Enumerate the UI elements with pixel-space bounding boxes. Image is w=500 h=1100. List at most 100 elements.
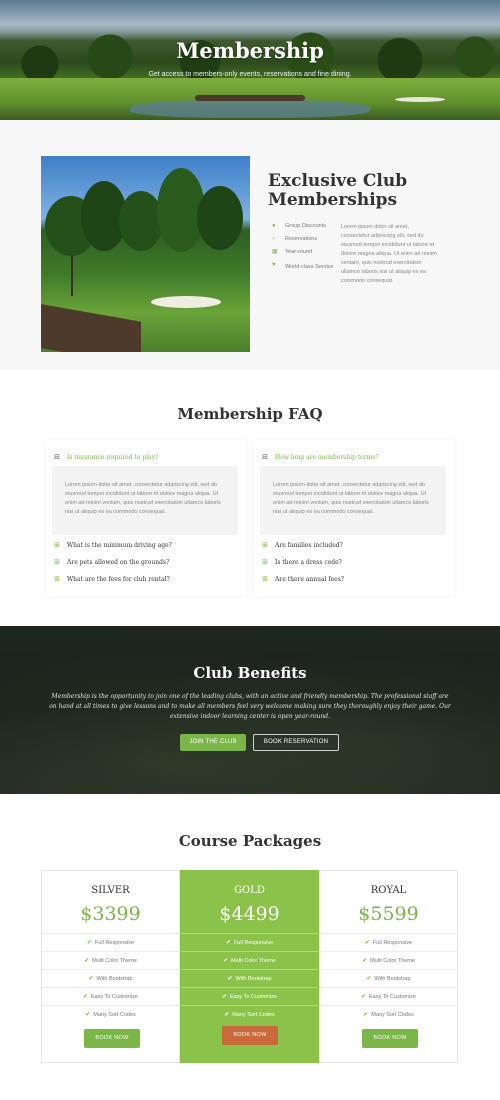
hero-bunker bbox=[395, 97, 445, 102]
faq-question-label: What is the minimum driving age? bbox=[67, 541, 172, 549]
book-now-button-silver[interactable]: BOOK NOW bbox=[84, 1029, 140, 1048]
package-feature: ✔ With Bootstrap bbox=[181, 969, 318, 987]
faq-column-left: ⊟ Is insurance required to play? Lorem i… bbox=[46, 440, 246, 596]
plus-icon: ⊞ bbox=[262, 541, 268, 549]
package-feature: ✔ Full Responsive bbox=[42, 933, 179, 951]
faq-answer: Lorem ipsum dolor sit amet, consectetur … bbox=[260, 466, 446, 535]
feature-group-discounts: ● Group Discounts bbox=[272, 223, 334, 236]
package-feature-list: ✔ Full Responsive ✔ Multi Color Theme ✔ Wit… bbox=[181, 933, 318, 1023]
join-club-button[interactable]: JOIN THE CLUB bbox=[180, 734, 246, 751]
club-title: Exclusive Club Memberships bbox=[268, 171, 408, 210]
feature-label: Easy To Customize bbox=[91, 993, 138, 1000]
package-name: GOLD bbox=[234, 885, 265, 896]
check-icon: ✔ bbox=[364, 940, 370, 946]
feature-label: Year-round bbox=[285, 249, 313, 255]
faq-question[interactable]: ⊞ Are there annual fees? bbox=[261, 572, 451, 586]
feature-label: Many Sort Codes bbox=[93, 1011, 136, 1018]
package-feature: ✔ Multi Color Theme bbox=[320, 951, 457, 969]
package-feature: ✔ Many Sort Codes bbox=[320, 1005, 457, 1023]
feature-label: Full Responsive bbox=[372, 939, 413, 946]
faq-column-right: ⊟ How long are membership terms? Lorem i… bbox=[254, 440, 454, 596]
feature-label: Full Responsive bbox=[94, 939, 135, 946]
faq-question[interactable]: ⊞ What are the fees for club rental? bbox=[53, 572, 243, 586]
users-icon: ● bbox=[272, 223, 276, 229]
club-benefits-section: Club Benefits Membership is the opportun… bbox=[0, 626, 500, 794]
faq-question[interactable]: ⊞ What is the minimum driving age? bbox=[53, 538, 243, 552]
package-price: $4499 bbox=[219, 903, 280, 925]
hero-bridge bbox=[195, 95, 305, 101]
check-icon: ✔ bbox=[366, 976, 372, 982]
hero-subtitle: Get access to members-only events, reser… bbox=[148, 71, 352, 78]
feature-reservations: ○ Reservations bbox=[272, 236, 334, 249]
check-icon: ✔ bbox=[362, 958, 368, 964]
check-icon: ✔ bbox=[223, 958, 229, 964]
plus-icon: ⊞ bbox=[262, 575, 268, 583]
feature-label: With Bootstrap bbox=[374, 975, 411, 982]
faq-question[interactable]: ⊞ Is there a dress code? bbox=[261, 555, 451, 569]
plus-icon: ⊞ bbox=[54, 558, 60, 566]
faq-question-label: What are the fees for club rental? bbox=[67, 575, 170, 583]
check-icon: ✔ bbox=[227, 976, 233, 982]
check-icon: ✔ bbox=[86, 940, 92, 946]
plus-icon: ⊞ bbox=[54, 575, 60, 583]
feature-label: With Bootstrap bbox=[235, 975, 272, 982]
check-icon: ✔ bbox=[360, 994, 367, 1000]
feature-label: Many Sort Codes bbox=[371, 1011, 414, 1018]
clock-icon: ○ bbox=[272, 236, 276, 242]
book-reservation-button[interactable]: BOOK RESERVATION bbox=[253, 734, 339, 751]
faq-question-active[interactable]: ⊟ Is insurance required to play? bbox=[53, 450, 243, 464]
feature-label: Full Responsive bbox=[233, 939, 274, 946]
feature-label: Multi Color Theme bbox=[231, 957, 276, 964]
check-icon: ✔ bbox=[88, 976, 94, 982]
hero-banner: Membership Get access to members-only ev… bbox=[0, 0, 500, 120]
feature-label: World-class Service bbox=[285, 264, 334, 270]
feature-label: Easy To Customize bbox=[369, 993, 416, 1000]
package-feature: ✔ Full Responsive bbox=[181, 933, 318, 951]
package-card-silver: SILVER $3399 ✔ Full Responsive ✔ Multi Col… bbox=[41, 870, 180, 1063]
check-icon: ✔ bbox=[224, 1012, 230, 1018]
book-now-button-royal[interactable]: BOOK NOW bbox=[362, 1029, 418, 1048]
faq-question-label: Are there annual fees? bbox=[275, 575, 345, 583]
faq-question-label: Is insurance required to play? bbox=[67, 453, 159, 461]
plus-icon: ⊞ bbox=[54, 541, 60, 549]
feature-world-class-service: ♥ World-class Service bbox=[272, 262, 334, 284]
feature-label: Easy To Customize bbox=[230, 993, 277, 1000]
check-icon: ✔ bbox=[85, 1012, 91, 1018]
package-price: $3399 bbox=[80, 903, 141, 925]
package-feature: ✔ Easy To Customize bbox=[42, 987, 179, 1005]
package-name: SILVER bbox=[91, 885, 130, 896]
packages-title: Course Packages bbox=[178, 832, 322, 850]
package-feature: ✔ Multi Color Theme bbox=[42, 951, 179, 969]
faq-question[interactable]: ⊞ Are families included? bbox=[261, 538, 451, 552]
plus-icon: ⊞ bbox=[262, 558, 268, 566]
faq-question-label: Are pets allowed on the grounds? bbox=[67, 558, 170, 566]
feature-label: Multi Color Theme bbox=[92, 957, 137, 964]
package-feature: ✔ With Bootstrap bbox=[320, 969, 457, 987]
club-description: Lorem ipsum dolor sit amet, consectetur … bbox=[341, 224, 437, 284]
package-feature: ✔ Multi Color Theme bbox=[181, 951, 318, 969]
feature-label: Many Sort Codes bbox=[232, 1011, 275, 1018]
feature-label: Multi Color Theme bbox=[370, 957, 415, 964]
check-icon: ✔ bbox=[363, 1012, 369, 1018]
package-feature: ✔ Many Sort Codes bbox=[181, 1005, 318, 1023]
faq-question[interactable]: ⊞ Are pets allowed on the grounds? bbox=[53, 555, 243, 569]
package-name: ROYAL bbox=[370, 885, 407, 896]
check-icon: ✔ bbox=[225, 940, 231, 946]
club-feature-list: ● Group Discounts ○ Reservations ▦ Year-… bbox=[272, 223, 334, 284]
minus-icon: ⊟ bbox=[262, 453, 268, 461]
benefits-title: Club Benefits bbox=[193, 664, 307, 682]
heart-icon: ♥ bbox=[272, 262, 276, 268]
faq-question-active[interactable]: ⊟ How long are membership terms? bbox=[261, 450, 451, 464]
faq-answer: Lorem ipsum dolor sit amet, consectetur … bbox=[52, 466, 238, 535]
package-card-royal: ROYAL $5599 ✔ Full Responsive ✔ Multi Colo… bbox=[319, 870, 458, 1063]
feature-label: Reservations bbox=[285, 236, 318, 242]
package-feature: ✔ Many Sort Codes bbox=[42, 1005, 179, 1023]
book-now-button-gold[interactable]: BOOK NOW bbox=[222, 1026, 278, 1045]
minus-icon: ⊟ bbox=[54, 453, 60, 461]
check-icon: ✔ bbox=[84, 958, 90, 964]
golf-course-image bbox=[41, 156, 250, 352]
package-feature-list: ✔ Full Responsive ✔ Multi Color Theme ✔ Wit… bbox=[42, 933, 179, 1023]
faq-question-label: How long are membership terms? bbox=[275, 453, 379, 461]
faq-question-label: Is there a dress code? bbox=[275, 558, 342, 566]
package-price: $5599 bbox=[358, 903, 419, 925]
